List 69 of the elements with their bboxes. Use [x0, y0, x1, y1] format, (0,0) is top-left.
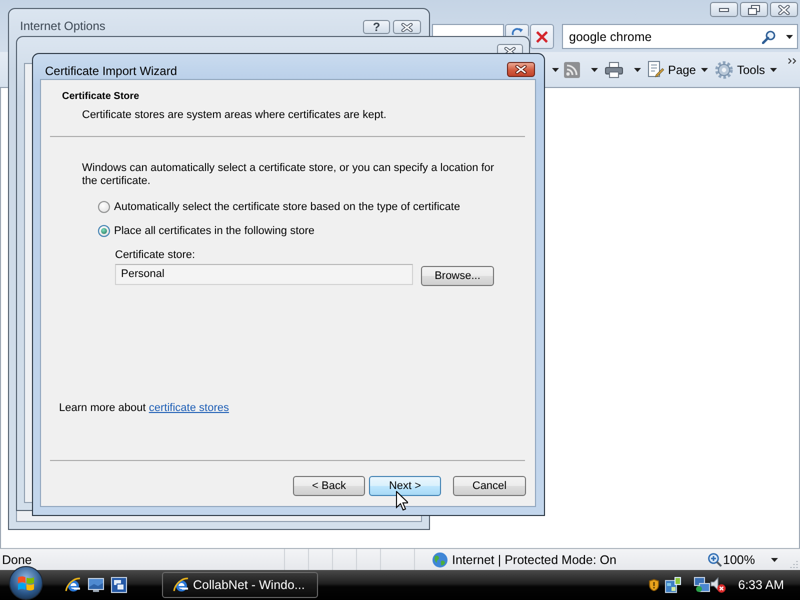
close-button[interactable]	[507, 62, 535, 77]
security-zone-text: Internet | Protected Mode: On	[452, 552, 616, 566]
restore-button[interactable]	[740, 2, 768, 17]
minimize-button[interactable]	[710, 2, 738, 17]
dialog-title: Internet Options	[20, 19, 106, 33]
stop-icon	[536, 30, 548, 42]
radio-button[interactable]	[98, 201, 110, 213]
page-subheading: Certificate stores are system areas where certificates are kept.	[82, 108, 386, 122]
browser-icon	[173, 577, 189, 593]
status-text: Done	[2, 552, 32, 566]
caret-icon	[700, 68, 708, 72]
show-desktop-icon[interactable]	[88, 578, 104, 592]
certificate-stores-link[interactable]: certificate stores	[148, 402, 229, 414]
refresh-button[interactable]	[505, 24, 529, 36]
radio-label: Place all certificates in the following store	[114, 225, 315, 237]
close-icon	[515, 65, 527, 74]
switch-windows-icon[interactable]	[111, 577, 127, 593]
zoom-icon	[708, 552, 722, 566]
gear-icon	[714, 60, 733, 78]
caret-icon[interactable]	[552, 68, 559, 72]
field-label: Certificate store:	[115, 248, 196, 262]
windows-logo-icon	[18, 576, 34, 590]
dialog-title: Certificate Import Wizard	[45, 64, 178, 78]
restore-icon	[748, 4, 760, 14]
tiles-icon[interactable]	[665, 577, 682, 593]
chevron-icon[interactable]	[788, 58, 797, 64]
caret-icon[interactable]	[786, 34, 793, 38]
start-button[interactable]	[9, 566, 43, 600]
search-icon[interactable]	[762, 30, 776, 44]
resize-grip-icon[interactable]	[790, 560, 798, 568]
wizard-nav-button[interactable]: Cancel	[453, 476, 526, 496]
muted-speaker-icon[interactable]	[710, 577, 726, 593]
tools-menu[interactable]: Tools	[712, 58, 779, 82]
mouse-pointer-icon	[396, 491, 408, 511]
zoom-button[interactable]: 100%	[708, 552, 755, 566]
close-button[interactable]	[393, 20, 421, 34]
close-button[interactable]	[770, 2, 798, 17]
browser-icon[interactable]	[65, 577, 81, 593]
refresh-icon	[511, 27, 523, 35]
globe-icon	[432, 552, 448, 568]
address-field[interactable]	[432, 24, 504, 36]
search-field[interactable]: google chrome	[562, 24, 798, 49]
printer-icon	[604, 62, 623, 78]
stop-button[interactable]	[530, 24, 554, 49]
clock[interactable]: 6:33 AM	[738, 578, 784, 592]
feed-icon	[564, 62, 580, 78]
taskbar-button[interactable]: CollabNet - Windo...	[162, 572, 318, 598]
caret-icon	[634, 68, 641, 72]
close-icon	[504, 46, 516, 56]
minimize-icon	[719, 8, 729, 12]
learn-more-text: Learn more about certificate stores	[59, 402, 229, 414]
caret-icon	[590, 68, 598, 72]
network-icon[interactable]	[694, 577, 710, 593]
shield-icon[interactable]	[649, 579, 660, 591]
caret-icon	[770, 68, 777, 72]
page-icon	[648, 61, 664, 78]
certificate-store-field[interactable]: Personal	[115, 264, 413, 285]
radio-button[interactable]	[98, 225, 110, 237]
page-heading: Certificate Store	[62, 90, 140, 104]
close-icon	[778, 4, 790, 14]
close-icon	[401, 22, 413, 32]
intro-text: Windows can automatically select a certificate store, or you can specify a location for the certificate.	[82, 162, 496, 188]
wizard-nav-button[interactable]: < Back	[293, 476, 365, 496]
caret-icon[interactable]	[771, 558, 778, 562]
help-button[interactable]: ?	[363, 20, 390, 34]
wizard-nav-button[interactable]: Next >	[369, 476, 441, 496]
browse-button[interactable]: Browse...	[421, 266, 494, 286]
radio-label: Automatically select the certificate store based on the type of certificate	[114, 201, 460, 213]
page-menu[interactable]: Page	[646, 58, 710, 82]
